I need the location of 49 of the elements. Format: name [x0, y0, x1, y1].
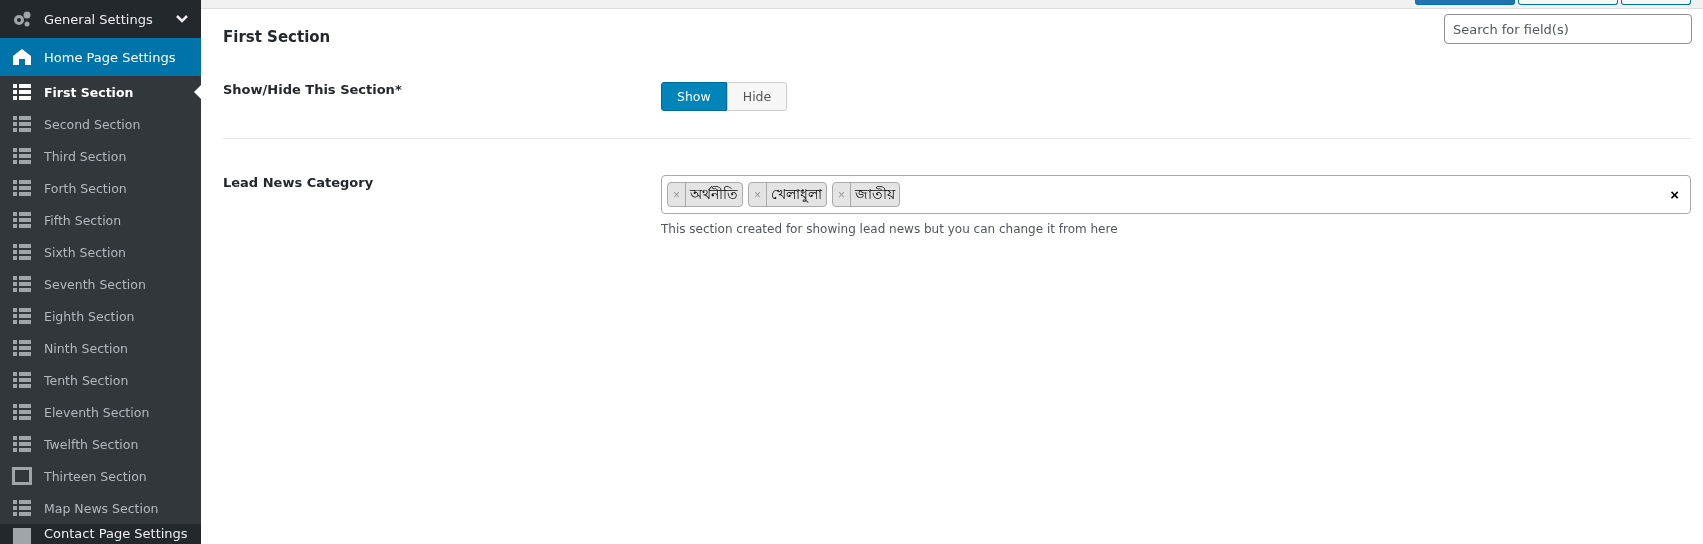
home-icon	[12, 47, 32, 67]
menu-item[interactable]: Home Page Settings	[0, 38, 201, 76]
clear-button[interactable]: ×	[1664, 186, 1685, 203]
list-icon	[12, 210, 32, 230]
submenu-item[interactable]: Thirteen Section	[0, 460, 201, 492]
list-icon	[12, 402, 32, 422]
list-icon	[12, 178, 32, 198]
submenu-item[interactable]: Seventh Section	[0, 268, 201, 300]
search-field[interactable]: Search for field(s)	[1444, 14, 1692, 44]
menu-label: Home Page Settings	[44, 49, 176, 65]
section-title: First Section	[223, 28, 331, 46]
tag-label: অর্থনীতি	[689, 184, 739, 204]
list-icon	[12, 114, 32, 134]
toggle-option[interactable]: Show	[661, 82, 727, 111]
submenu-item[interactable]: Fifth Section	[0, 204, 201, 236]
monitor-icon	[12, 466, 32, 486]
list-icon	[12, 82, 32, 102]
submenu-item[interactable]: Map News Section	[0, 492, 201, 524]
menu-label: Contact Page Settings	[44, 526, 188, 541]
submenu-item[interactable]: Ninth Section	[0, 332, 201, 364]
list-icon	[12, 146, 32, 166]
menu-item[interactable]: Contact Page Settings	[0, 524, 201, 544]
submenu-item[interactable]: Third Section	[0, 140, 201, 172]
submenu-item[interactable]: Forth Section	[0, 172, 201, 204]
list-icon	[12, 338, 32, 358]
toolbar-button[interactable]	[1518, 0, 1618, 5]
submenu-item[interactable]: Eighth Section	[0, 300, 201, 332]
list-icon	[12, 370, 32, 390]
toggle-option[interactable]: Hide	[726, 82, 788, 111]
list-icon	[12, 498, 32, 518]
tag-label: খেলাধুলা	[770, 184, 824, 205]
submenu-item[interactable]: Eleventh Section	[0, 396, 201, 428]
menu-item[interactable]: General Settings	[0, 0, 201, 38]
menu-label: General Settings	[44, 11, 153, 27]
submenu-item[interactable]: Tenth Section	[0, 364, 201, 396]
field-label: Show/Hide This Section*	[223, 82, 403, 99]
tag-label: জাতীয়	[854, 184, 897, 204]
tag-select-field[interactable]: × অর্থনীতি × খেলাধুলা × জাতীয় ×	[661, 175, 1691, 214]
submenu-item[interactable]: Second Section	[0, 108, 201, 140]
submenu-item[interactable]: Twelfth Section	[0, 428, 201, 460]
submenu-item[interactable]: Sixth Section	[0, 236, 201, 268]
gears-icon	[12, 9, 32, 29]
field-label: Lead News Category	[223, 175, 375, 192]
list-icon	[12, 274, 32, 294]
help-text: This section created for showing lead news but you can change it from here	[661, 222, 1119, 236]
list-icon	[12, 306, 32, 326]
list-icon	[12, 242, 32, 262]
toolbar-button[interactable]	[1621, 0, 1691, 5]
list-icon	[12, 434, 32, 454]
